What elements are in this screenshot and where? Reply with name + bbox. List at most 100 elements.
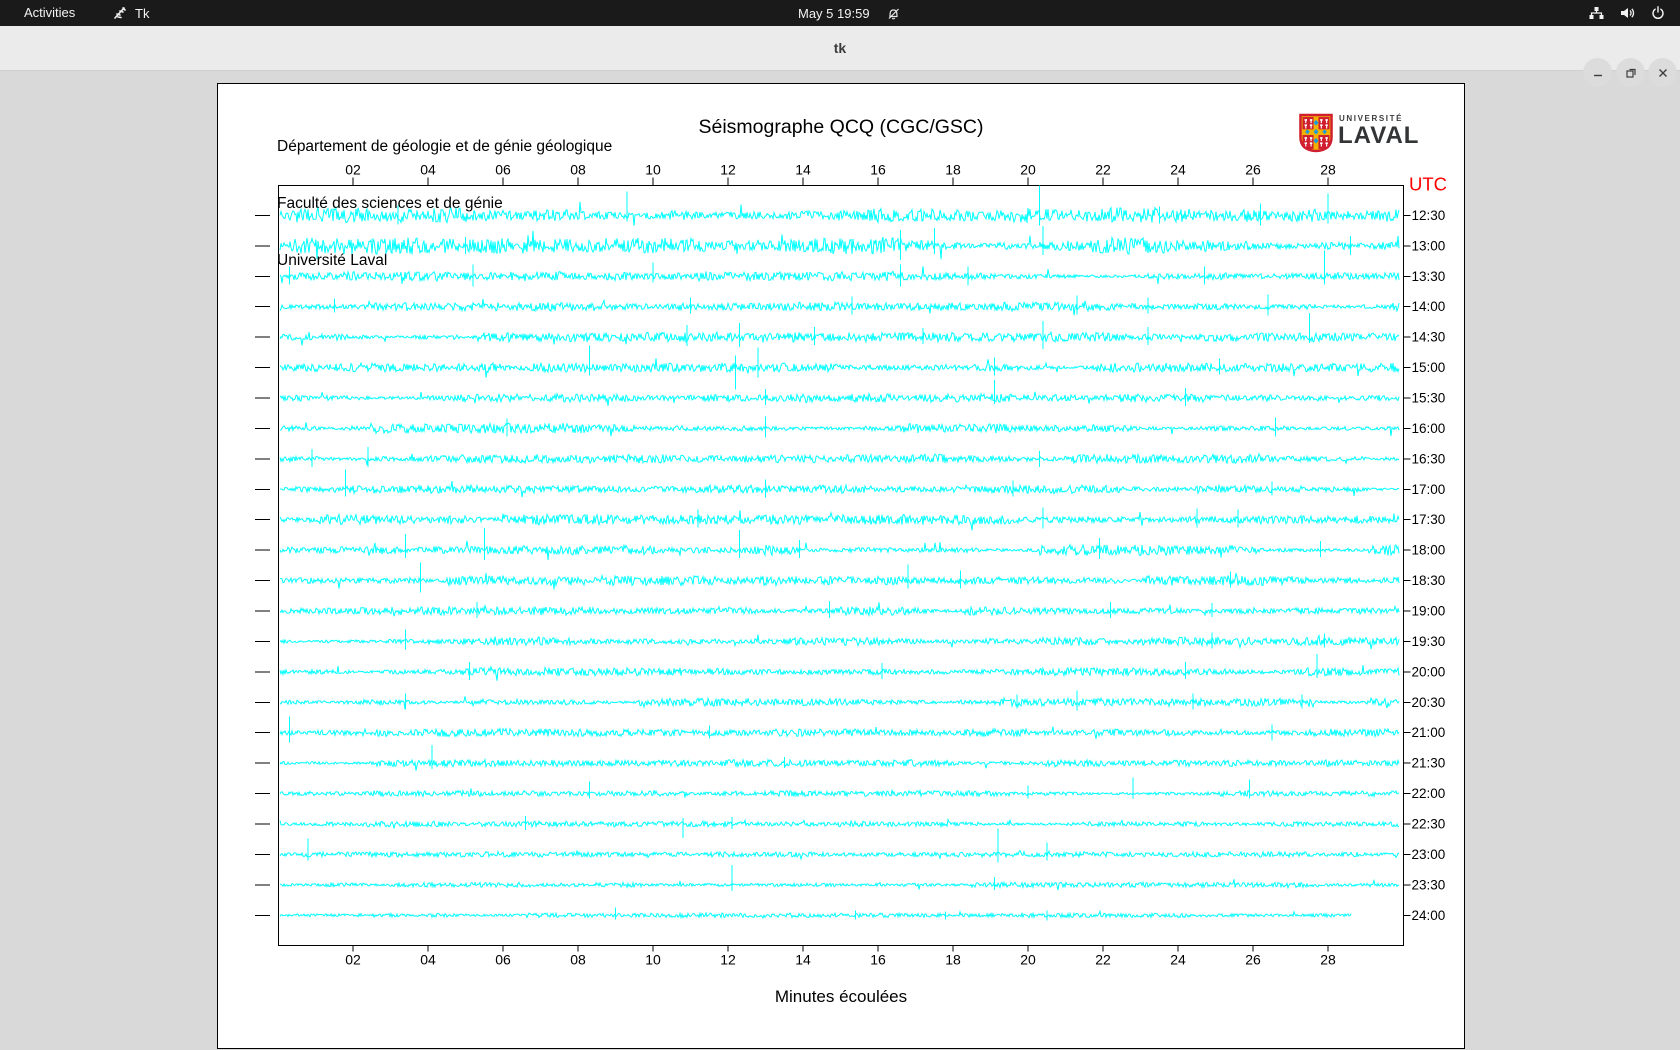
seismic-trace-row [279, 452, 1400, 466]
utc-time-label: 18:00 [1412, 543, 1446, 558]
bell-muted-icon [886, 6, 901, 21]
x-tick-label-top: 26 [1245, 162, 1261, 178]
volume-icon [1619, 5, 1636, 21]
utc-time-label: 17:00 [1412, 482, 1446, 497]
x-tick-label-top: 12 [720, 162, 736, 178]
x-tick-label-bottom: 20 [1020, 952, 1036, 968]
utc-time-label: 22:00 [1412, 786, 1446, 801]
close-icon [1658, 68, 1667, 77]
seismic-trace-row [279, 421, 1400, 437]
plot-border [278, 185, 1404, 946]
utc-time-label: 23:00 [1412, 847, 1446, 862]
x-tick-label-bottom: 02 [345, 952, 361, 968]
x-tick-label-top: 02 [345, 162, 361, 178]
seismic-trace-row [279, 602, 1400, 618]
seismic-trace-row [279, 757, 1400, 771]
seismograph-plot: 02 02 04 04 06 06 08 08 10 10 12 12 14 14 16 16 18 18 20 20… [255, 162, 1447, 968]
utc-time-label: 24:00 [1412, 908, 1446, 923]
x-tick-label-bottom: 18 [945, 952, 961, 968]
seismic-trace-row [279, 540, 1400, 560]
window-titlebar[interactable]: tk [0, 26, 1680, 87]
utc-time-label: 21:00 [1412, 725, 1446, 740]
seismic-trace-row [279, 817, 1400, 829]
utc-time-label: 14:30 [1412, 330, 1446, 345]
seismograph-canvas: Département de géologie et de génie géol… [217, 83, 1465, 1049]
utc-time-label: 18:30 [1412, 573, 1446, 588]
power-icon [1650, 5, 1666, 21]
x-tick-label-top: 24 [1170, 162, 1186, 178]
top-bar: Activities Tk May 5 19:59 [0, 0, 1680, 26]
app-indicator-label: Tk [135, 5, 150, 21]
utc-time-label: 15:00 [1412, 360, 1446, 375]
utc-time-label: 19:30 [1412, 634, 1446, 649]
x-tick-label-top: 22 [1095, 162, 1111, 178]
seismic-trace-row [279, 726, 1400, 739]
x-tick-label-bottom: 28 [1320, 952, 1336, 968]
x-tick-label-top: 08 [570, 162, 586, 178]
seismic-trace-row [279, 909, 1352, 920]
seismic-trace-row [279, 391, 1400, 406]
utc-time-label: 15:30 [1412, 390, 1446, 405]
utc-time-label: 16:30 [1412, 451, 1446, 466]
network-wired-icon [1588, 5, 1605, 21]
restore-icon [1625, 68, 1636, 78]
close-button[interactable] [1648, 58, 1677, 87]
minimize-button[interactable] [1583, 58, 1612, 87]
utc-time-label: 22:30 [1412, 817, 1446, 832]
seismic-trace-row [279, 481, 1400, 498]
utc-time-label: 19:00 [1412, 603, 1446, 618]
seismic-trace-row [279, 573, 1400, 590]
x-tick-label-top: 20 [1020, 162, 1036, 178]
utc-time-label: 21:30 [1412, 756, 1446, 771]
x-tick-label-bottom: 22 [1095, 952, 1111, 968]
utc-time-label: 13:00 [1412, 238, 1446, 253]
maximize-button[interactable] [1616, 58, 1645, 87]
x-tick-label-top: 04 [420, 162, 436, 178]
seismic-trace-row [279, 633, 1400, 650]
utc-time-label: 16:00 [1412, 421, 1446, 436]
x-tick-label-bottom: 24 [1170, 952, 1186, 968]
x-tick-label-bottom: 06 [495, 952, 511, 968]
utc-time-label: 13:30 [1412, 269, 1446, 284]
clock-label: May 5 19:59 [798, 5, 870, 21]
window-title: tk [833, 40, 847, 56]
x-tick-label-top: 28 [1320, 162, 1336, 178]
x-tick-label-bottom: 14 [795, 952, 811, 968]
system-menu[interactable] [1588, 0, 1666, 26]
x-tick-label-top: 14 [795, 162, 811, 178]
x-tick-label-bottom: 04 [420, 952, 436, 968]
seismic-trace-row [279, 358, 1400, 378]
focused-app-indicator[interactable]: Tk [112, 0, 149, 26]
utc-axis-label: UTC [1409, 174, 1447, 195]
seismic-trace-row [279, 230, 1400, 260]
seismic-trace-row [279, 330, 1400, 346]
seismic-trace-row [279, 510, 1400, 531]
seismic-trace-row [279, 266, 1400, 284]
utc-time-label: 23:30 [1412, 877, 1446, 892]
seismic-trace-row [279, 201, 1400, 226]
tk-icon [112, 5, 128, 21]
seismic-trace-row [279, 849, 1400, 861]
x-tick-label-bottom: 08 [570, 952, 586, 968]
utc-time-label: 20:30 [1412, 695, 1446, 710]
x-tick-label-bottom: 10 [645, 952, 661, 968]
x-tick-label-top: 16 [870, 162, 886, 178]
utc-time-label: 20:00 [1412, 664, 1446, 679]
seismic-trace-row [279, 298, 1400, 316]
utc-time-label: 14:00 [1412, 299, 1446, 314]
activities-button[interactable]: Activities [18, 0, 81, 26]
seismic-trace-row [279, 665, 1400, 681]
x-tick-label-bottom: 26 [1245, 952, 1261, 968]
x-tick-label-top: 18 [945, 162, 961, 178]
clock-menu[interactable]: May 5 19:59 [798, 0, 901, 26]
seismic-trace-row [279, 788, 1400, 799]
window-content: Département de géologie et de génie géol… [0, 71, 1680, 1050]
seismic-trace-row [279, 696, 1400, 710]
utc-time-label: 12:30 [1412, 208, 1446, 223]
x-tick-label-bottom: 12 [720, 952, 736, 968]
minimize-icon [1593, 74, 1602, 76]
seismic-trace-row [280, 878, 1400, 891]
utc-time-label: 17:30 [1412, 512, 1446, 527]
x-tick-label-top: 10 [645, 162, 661, 178]
x-tick-label-bottom: 16 [870, 952, 886, 968]
